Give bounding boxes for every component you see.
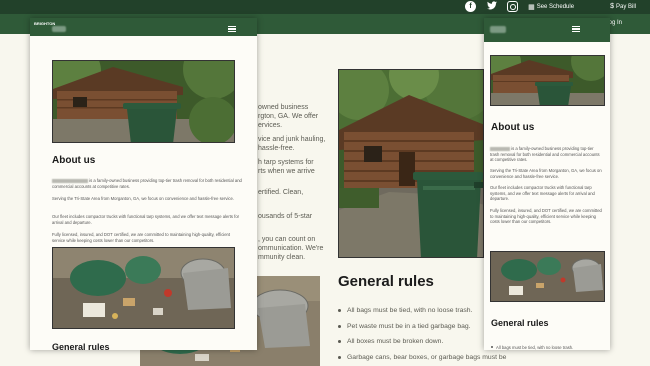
logo-mark (52, 26, 66, 32)
intro-fragment: mmunity clean. (258, 254, 306, 261)
instagram-icon[interactable] (507, 1, 519, 12)
intro-fragment: h tarp systems for (258, 159, 314, 166)
see-schedule-label: See Schedule (536, 3, 575, 10)
pay-bill-link[interactable]: $ Pay Bill (610, 3, 636, 10)
about-paragraph: Serving the Tri-State Area from Morganto… (52, 196, 235, 201)
about-us-heading: About us (491, 122, 535, 133)
intro-fragment: owned business (258, 104, 309, 111)
rule-item: All bags must be tied, with no loose tra… (491, 345, 573, 350)
mobile-header: BRIGHTON (30, 18, 257, 36)
general-rules-heading: General rules (52, 342, 110, 350)
hamburger-menu-icon[interactable] (572, 26, 580, 32)
intro-fragment: , you can count on (258, 236, 316, 243)
rule-item: All boxes must be broken down. (338, 338, 506, 345)
cabin-trash-can-image (490, 55, 605, 106)
see-schedule-link[interactable]: ▦ See Schedule (528, 3, 574, 11)
intro-fragment: ertified. Clean, (258, 189, 304, 196)
intro-fragment: ommunication. We're (258, 245, 324, 252)
about-paragraph: Fully licensed, insured, and DOT certifi… (52, 232, 231, 243)
calendar-icon: ▦ (528, 3, 535, 11)
pay-bill-label: Pay Bill (615, 3, 636, 10)
mobile-header (484, 18, 610, 42)
intro-fragment: ousands of 5-star (258, 213, 313, 220)
business-name-redacted (490, 146, 510, 151)
spilled-trash-image (52, 247, 235, 329)
rule-item: Garbage cans, bear boxes, or garbage bag… (338, 354, 506, 361)
general-rules-list: All bags must be tied, with no loose tra… (338, 307, 506, 366)
rule-item: Pet waste must be in a tied garbage bag. (338, 323, 506, 330)
intro-fragment: hassle-free. (258, 145, 295, 152)
cabin-trash-can-image (52, 60, 235, 143)
cabin-trash-can-image (338, 69, 484, 258)
mobile-preview-right: About us is a family-owned business prov… (484, 18, 610, 350)
about-paragraph: Serving the Tri-State Area from Morganto… (490, 168, 602, 179)
hamburger-menu-icon[interactable] (228, 26, 236, 32)
top-bar: f ▦ See Schedule $ Pay Bill (0, 0, 650, 14)
mobile-preview-left: BRIGHTON About us is a family-owned busi… (30, 18, 257, 350)
general-rules-heading: General rules (338, 273, 434, 290)
about-paragraph: is a family-owned business providing top… (52, 178, 242, 189)
logo-mark (490, 26, 506, 33)
intro-fragment: vice and junk hauling, (258, 136, 326, 143)
about-paragraph: Fully licensed, insured, and DOT certifi… (490, 208, 602, 225)
spilled-trash-image (490, 251, 605, 302)
top-bar-links: f ▦ See Schedule $ Pay Bill (465, 1, 636, 12)
dollar-icon: $ (610, 3, 614, 10)
about-paragraph: is a family-owned business providing top… (490, 146, 604, 163)
facebook-icon[interactable]: f (465, 1, 477, 12)
about-paragraph: Our fleet includes compactor trucks with… (490, 185, 595, 202)
business-name-redacted (52, 178, 88, 183)
general-rules-heading: General rules (491, 318, 549, 328)
rule-item: All bags must be tied, with no loose tra… (338, 307, 506, 314)
twitter-icon[interactable] (486, 1, 497, 12)
intro-fragment: rgton, GA. We offer (258, 113, 319, 120)
about-us-heading: About us (52, 155, 96, 166)
intro-fragment: rts when we arrive (258, 168, 315, 175)
about-paragraph: Our fleet includes compactor trucks with… (52, 214, 240, 225)
intro-fragment: ervices. (258, 122, 283, 129)
